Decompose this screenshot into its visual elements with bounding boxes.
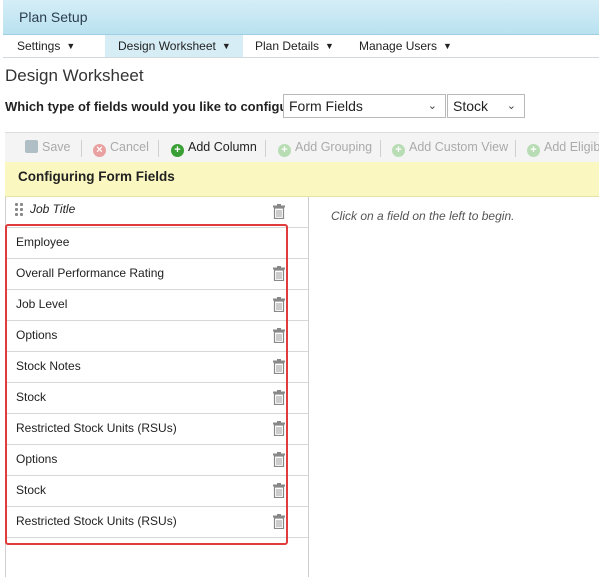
list-item-employee[interactable]: Employee: [6, 228, 308, 259]
save-label: Save: [42, 140, 71, 154]
caret-down-icon: ▼: [221, 41, 231, 51]
field-type-value: Form Fields: [289, 98, 363, 114]
add-icon: +: [392, 144, 405, 157]
cancel-icon: ×: [93, 144, 106, 157]
list-item-stock-notes[interactable]: Stock Notes: [6, 352, 308, 383]
trash-icon[interactable]: [272, 204, 286, 219]
field-label: Job Title: [30, 202, 76, 216]
trash-icon[interactable]: [272, 359, 286, 374]
caret-down-icon: ▼: [325, 41, 334, 51]
app-header: Plan Setup: [3, 0, 599, 35]
list-item-rsus[interactable]: Restricted Stock Units (RSUs): [6, 507, 308, 538]
list-item-stock[interactable]: Stock: [6, 476, 308, 507]
field-label: Options: [16, 452, 58, 466]
page-title: Design Worksheet: [5, 66, 144, 85]
drag-handle-icon[interactable]: [15, 203, 23, 216]
list-item-stock[interactable]: Stock: [6, 383, 308, 414]
component-value: Stock: [453, 98, 489, 114]
toolbar: Save × Cancel + Add Column + Add Grouping +…: [5, 132, 599, 164]
field-label: Options: [16, 328, 58, 342]
list-item-rsus[interactable]: Restricted Stock Units (RSUs): [6, 414, 308, 445]
chevron-down-icon: ⌄: [427, 100, 437, 112]
list-item-job-level[interactable]: Job Level: [6, 290, 308, 321]
list-item-overall-performance-rating[interactable]: Overall Performance Rating: [6, 259, 308, 290]
cancel-button[interactable]: × Cancel: [93, 140, 149, 157]
field-type-question: Which type of fields would you like to c…: [5, 99, 305, 114]
field-label: Stock: [16, 390, 47, 404]
header-title: Plan Setup: [19, 9, 88, 25]
field-label: Job Level: [16, 297, 68, 311]
add-grouping-label: Add Grouping: [295, 140, 373, 154]
field-type-select[interactable]: Form Fields ⌄: [283, 94, 446, 118]
field-label: Employee: [16, 235, 70, 249]
tab-settings[interactable]: Settings ▼: [17, 35, 99, 57]
add-custom-view-button[interactable]: + Add Custom View: [392, 140, 508, 157]
field-label: Stock: [16, 483, 47, 497]
toolbar-divider: [81, 140, 82, 157]
list-item-job-title[interactable]: Job Title: [6, 197, 308, 228]
trash-icon[interactable]: [272, 452, 286, 467]
add-column-button[interactable]: + Add Column: [171, 140, 257, 157]
detail-pane-message: Click on a field on the left to begin.: [331, 209, 515, 223]
add-eligibility-label: Add Eligib: [544, 140, 599, 154]
tab-bar: Settings ▼ Design Worksheet ▼ Plan Details…: [3, 35, 599, 58]
field-label: Stock Notes: [16, 359, 81, 373]
tab-plan-details[interactable]: Plan Details ▼: [255, 35, 345, 57]
add-column-label: Add Column: [188, 140, 257, 154]
trash-icon[interactable]: [272, 390, 286, 405]
trash-icon[interactable]: [272, 483, 286, 498]
add-custom-view-label: Add Custom View: [409, 140, 509, 154]
config-title: Configuring Form Fields: [18, 169, 175, 184]
add-eligibility-button[interactable]: + Add Eligib: [527, 140, 599, 157]
field-list: Job Title Employee Overall Performance R…: [5, 197, 309, 577]
add-icon: +: [527, 144, 540, 157]
component-select[interactable]: Stock ⌄: [447, 94, 525, 118]
field-label: Overall Performance Rating: [16, 266, 165, 280]
field-label: Restricted Stock Units (RSUs): [16, 514, 177, 528]
list-item-options[interactable]: Options: [6, 445, 308, 476]
save-button[interactable]: Save: [25, 140, 71, 154]
chevron-down-icon: ⌄: [506, 100, 516, 112]
trash-icon[interactable]: [272, 266, 286, 281]
add-icon: +: [278, 144, 291, 157]
list-item-options[interactable]: Options: [6, 321, 308, 352]
toolbar-divider: [265, 140, 266, 157]
add-icon: +: [171, 144, 184, 157]
config-banner: Configuring Form Fields: [5, 162, 599, 197]
tab-label: Design Worksheet: [118, 39, 216, 53]
tab-label: Plan Details: [255, 39, 320, 53]
caret-down-icon: ▼: [66, 41, 76, 51]
trash-icon[interactable]: [272, 328, 286, 343]
field-label: Restricted Stock Units (RSUs): [16, 421, 177, 435]
cancel-label: Cancel: [110, 140, 149, 154]
toolbar-divider: [515, 140, 516, 157]
tab-label: Settings: [17, 39, 61, 53]
trash-icon[interactable]: [272, 514, 286, 529]
save-icon: [25, 140, 38, 153]
trash-icon[interactable]: [272, 297, 286, 312]
add-grouping-button[interactable]: + Add Grouping: [278, 140, 372, 157]
tab-manage-users[interactable]: Manage Users ▼: [359, 35, 459, 57]
toolbar-divider: [158, 140, 159, 157]
toolbar-divider: [380, 140, 381, 157]
tab-label: Manage Users: [359, 39, 438, 53]
caret-down-icon: ▼: [443, 41, 452, 51]
trash-icon[interactable]: [272, 421, 286, 436]
tab-design-worksheet[interactable]: Design Worksheet ▼: [105, 35, 243, 57]
